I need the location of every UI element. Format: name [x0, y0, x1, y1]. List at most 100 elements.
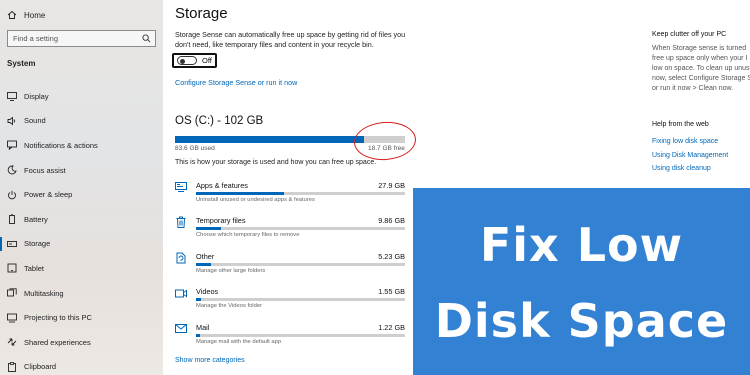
category-usage-bar	[196, 192, 405, 195]
sidebar-item-tablet[interactable]: Tablet	[0, 256, 163, 281]
projecting-icon	[7, 313, 17, 323]
search-placeholder: Find a setting	[13, 34, 59, 43]
toggle-knob	[180, 58, 185, 64]
category-name: Mail	[196, 322, 210, 332]
category-description: Manage the Videos folder	[196, 303, 262, 310]
category-description: Manage mail with the default app	[196, 338, 282, 345]
help-link-disk-management[interactable]: Using Disk Management	[652, 152, 728, 166]
sidebar-item-storage[interactable]: Storage	[0, 232, 163, 257]
sidebar-item-shared-experiences[interactable]: Shared experiences	[0, 330, 163, 355]
category-videos[interactable]: Videos 1.55 GB Manage the Videos folder	[175, 284, 405, 319]
sidebar-item-focus-assist[interactable]: Focus assist	[0, 158, 163, 183]
sidebar-item-label: Tablet	[24, 263, 45, 273]
drive-used-label: 83.6 GB used	[175, 145, 215, 152]
home-label: Home	[24, 10, 46, 20]
category-description: Choose which temporary files to remove	[196, 232, 300, 239]
storage-sense-toggle[interactable]: Off	[172, 53, 217, 68]
notifications-icon	[7, 140, 17, 151]
sidebar-item-label: Sound	[24, 116, 46, 126]
storage-category-list: Apps & features 27.9 GB Uninstall unused…	[175, 178, 405, 355]
sidebar-item-sound[interactable]: Sound	[0, 109, 163, 134]
show-more-categories-link[interactable]: Show more categories	[175, 357, 245, 364]
configure-storage-sense-link[interactable]: Configure Storage Sense or run it now	[175, 78, 297, 87]
sound-icon	[7, 116, 17, 126]
display-icon	[7, 91, 17, 101]
category-other[interactable]: Other 5.23 GB Manage other large folders	[175, 249, 405, 284]
category-usage-bar	[196, 333, 405, 337]
category-usage-bar	[196, 262, 405, 266]
category-mail[interactable]: Mail 1.22 GB Manage mail with the defaul…	[175, 320, 405, 355]
free-space-highlight-circle	[352, 119, 418, 163]
category-size: 27.9 GB	[378, 181, 405, 190]
sidebar-item-clipboard[interactable]: Clipboard	[0, 355, 163, 375]
storage-usage-intro: This is how your storage is used and how…	[175, 159, 377, 166]
trash-icon	[175, 216, 187, 229]
home-icon	[7, 10, 17, 20]
sidebar-item-label: Shared experiences	[24, 337, 91, 347]
category-size: 5.23 GB	[378, 251, 405, 261]
home-nav-item[interactable]: Home	[7, 8, 45, 22]
sidebar-item-label: Power & sleep	[24, 190, 73, 200]
video-icon	[175, 287, 187, 299]
category-description: Uninstall unused or undesired apps & fea…	[196, 197, 315, 203]
shared-experiences-icon	[7, 337, 17, 347]
sidebar-item-display[interactable]: Display	[0, 84, 163, 109]
sidebar-item-label: Multitasking	[24, 288, 64, 298]
help-link-fixing-low-disk-space[interactable]: Fixing low disk space	[652, 138, 728, 152]
banner-line-1: Fix Low	[479, 218, 684, 272]
help-link-disk-cleanup[interactable]: Using disk cleanup	[652, 165, 728, 179]
sidebar-item-multitasking[interactable]: Multitasking	[0, 281, 163, 306]
search-icon	[140, 33, 152, 45]
sidebar-item-label: Projecting to this PC	[24, 313, 92, 323]
category-apps-features[interactable]: Apps & features 27.9 GB Uninstall unused…	[175, 178, 405, 213]
title-banner: Fix Low Disk Space	[413, 188, 750, 375]
sidebar-item-label: Clipboard	[24, 362, 57, 372]
tips-description: When Storage sense is turned free up spa…	[652, 45, 750, 92]
sidebar-item-label: Storage	[24, 239, 51, 249]
sidebar-section-title: System	[7, 59, 36, 68]
storage-icon	[7, 239, 17, 249]
help-title: Help from the web	[652, 121, 709, 128]
sidebar-item-label: Notifications & actions	[24, 140, 98, 150]
tablet-icon	[7, 263, 17, 273]
category-usage-bar	[196, 298, 405, 302]
category-usage-fill	[196, 227, 222, 231]
storage-sense-description: Storage Sense can automatically free up …	[175, 30, 406, 49]
drive-usage-fill	[175, 136, 364, 143]
category-usage-fill	[196, 298, 202, 302]
category-usage-fill	[196, 192, 284, 195]
category-name: Other	[196, 251, 215, 261]
sidebar-item-power[interactable]: Power & sleep	[0, 182, 163, 207]
category-size: 1.55 GB	[378, 287, 405, 297]
multitasking-icon	[7, 288, 17, 298]
toggle-state-label: Off	[202, 56, 212, 65]
category-name: Temporary files	[196, 216, 246, 226]
banner-line-2: Disk Space	[434, 294, 729, 348]
settings-sidebar: Home Find a setting System Display Sound…	[0, 0, 163, 375]
other-icon	[175, 252, 187, 264]
sidebar-item-battery[interactable]: Battery	[0, 207, 163, 232]
clipboard-icon	[7, 361, 17, 372]
category-name: Apps & features	[196, 181, 248, 190]
category-size: 9.86 GB	[378, 216, 405, 226]
sidebar-item-label: Battery	[24, 214, 48, 224]
power-icon	[7, 190, 17, 200]
category-usage-fill	[196, 262, 211, 266]
help-links: Fixing low disk space Using Disk Managem…	[652, 138, 728, 179]
battery-icon	[7, 214, 17, 225]
apps-icon	[175, 181, 187, 193]
sidebar-item-notifications[interactable]: Notifications & actions	[0, 133, 163, 158]
category-size: 1.22 GB	[378, 322, 405, 332]
focus-assist-icon	[7, 165, 17, 175]
sidebar-nav-list: Display Sound Notifications & actions Fo…	[0, 84, 163, 375]
sidebar-item-label: Focus assist	[24, 165, 66, 175]
category-description: Manage other large folders	[196, 267, 266, 274]
settings-search-input[interactable]: Find a setting	[7, 30, 156, 47]
drive-title: OS (C:) - 102 GB	[175, 115, 264, 127]
toggle-switch[interactable]	[177, 56, 197, 65]
tips-title: Keep clutter off your PC	[652, 31, 727, 38]
page-title: Storage	[175, 5, 228, 22]
sidebar-item-projecting[interactable]: Projecting to this PC	[0, 305, 163, 330]
category-temporary-files[interactable]: Temporary files 9.86 GB Choose which tem…	[175, 213, 405, 248]
category-usage-fill	[196, 333, 201, 337]
